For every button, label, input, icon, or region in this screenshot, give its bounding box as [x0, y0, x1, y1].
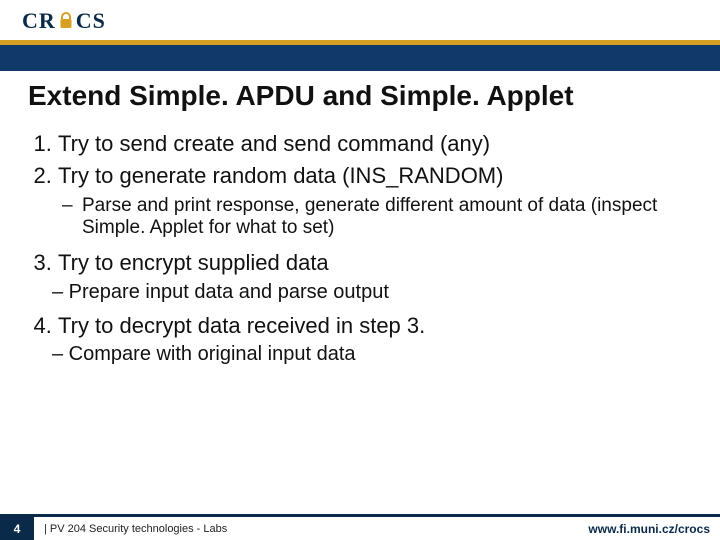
page-title: Extend Simple. APDU and Simple. Applet [28, 80, 692, 112]
list-item-text: Try to generate random data (INS_RANDOM) [58, 163, 503, 188]
sub-item: – Compare with original input data [52, 343, 692, 366]
accent-bar-blue [0, 45, 720, 71]
list-item-text: Try to send create and send command (any… [58, 131, 490, 156]
slide-header: CR CS [0, 0, 720, 58]
list-item-text: Try to decrypt data received in step 3. [58, 313, 425, 338]
footer-bar: 4 | PV 204 Security technologies - Labs … [0, 517, 720, 540]
header-bars [0, 40, 720, 71]
list-item: Try to decrypt data received in step 3. [58, 312, 692, 340]
footer-text: | PV 204 Security technologies - Labs [44, 523, 227, 535]
list-item: Try to generate random data (INS_RANDOM) [58, 162, 692, 190]
sub-item-text: Parse and print response, generate diffe… [82, 195, 692, 239]
main-list: Try to send create and send command (any… [28, 130, 692, 189]
dash-bullet: – [62, 195, 82, 239]
list-item-text: Try to encrypt supplied data [58, 250, 329, 275]
main-list-cont: Try to encrypt supplied data [28, 249, 692, 277]
slide: CR CS Extend Simple. APDU and Simple. App… [0, 0, 720, 540]
lock-icon [58, 10, 74, 36]
footer-left: 4 | PV 204 Security technologies - Labs [0, 517, 227, 540]
brand-text-pre: CR [22, 8, 56, 33]
slide-footer: 4 | PV 204 Security technologies - Labs … [0, 514, 720, 540]
slide-content: Extend Simple. APDU and Simple. Applet T… [0, 58, 720, 366]
brand-text-post: CS [76, 8, 106, 33]
sub-item-text: – Compare with original input data [52, 343, 356, 365]
list-item: Try to encrypt supplied data [58, 249, 692, 277]
sub-item: – Parse and print response, generate dif… [62, 195, 692, 239]
list-item: Try to send create and send command (any… [58, 130, 692, 158]
brand-logo: CR CS [22, 8, 106, 36]
footer-url: www.fi.muni.cz/crocs [588, 522, 710, 536]
page-number: 4 [0, 517, 34, 540]
sub-item: – Prepare input data and parse output [52, 281, 692, 304]
sub-item-text: – Prepare input data and parse output [52, 281, 389, 303]
main-list-cont2: Try to decrypt data received in step 3. [28, 312, 692, 340]
